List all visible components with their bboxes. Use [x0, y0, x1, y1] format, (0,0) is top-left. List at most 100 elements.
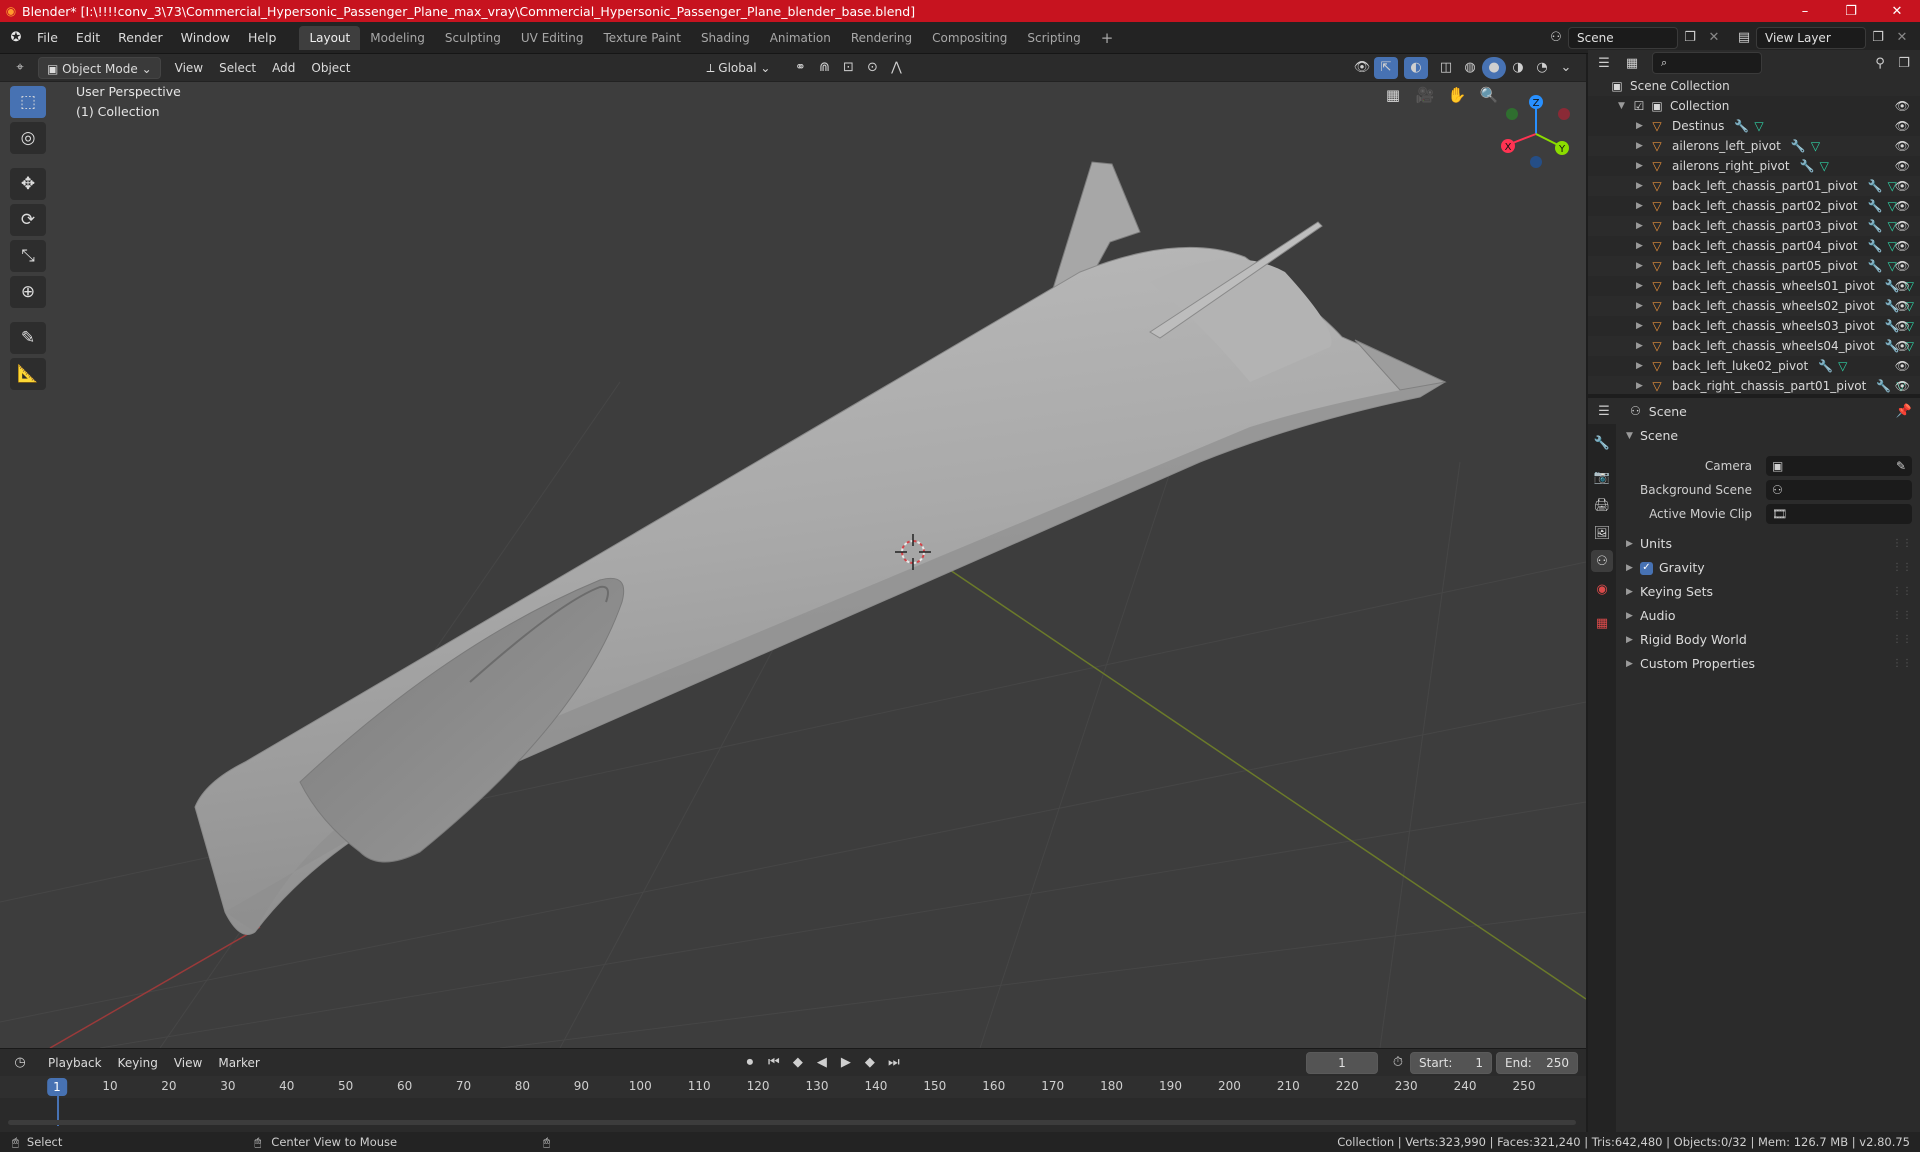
modifier-icon[interactable]: 🔧	[1800, 156, 1815, 176]
proportional-edit-icon[interactable]: ⊙	[860, 57, 884, 79]
expand-triangle-icon[interactable]: ▶	[1636, 136, 1643, 156]
menu-window[interactable]: Window	[172, 26, 239, 50]
viewport-menu-object[interactable]: Object	[303, 57, 358, 79]
maximize-button[interactable]: ❐	[1828, 0, 1874, 22]
view-layer-tab-icon[interactable]: 🖼	[1591, 522, 1613, 544]
outliner-object-row[interactable]: ▶ ▽ back_left_chassis_wheels03_pivot 🔧 ▽ 👁	[1588, 316, 1920, 336]
tab-scripting[interactable]: Scripting	[1017, 26, 1090, 50]
transform-tool-icon[interactable]: ⊕	[10, 276, 46, 308]
xray-icon[interactable]: ◫	[1434, 57, 1458, 79]
drag-handle-icon[interactable]: ⋮⋮	[1892, 556, 1912, 580]
eye-icon[interactable]: 👁	[1895, 236, 1910, 256]
modifier-icon[interactable]: 🔧	[1791, 136, 1806, 156]
pin-icon[interactable]: 📌	[1892, 400, 1916, 422]
expand-triangle-icon[interactable]: ▶	[1636, 296, 1643, 316]
tab-layout[interactable]: Layout	[299, 25, 361, 50]
mesh-data-icon[interactable]: ▽	[1754, 116, 1763, 136]
editor-type-icon[interactable]: ⌖	[8, 57, 32, 79]
new-view-layer-icon[interactable]: ❐	[1866, 27, 1890, 49]
camera-view-icon[interactable]: 🎥	[1412, 82, 1438, 108]
gizmo-neg-z[interactable]	[1530, 156, 1542, 168]
outliner-object-row[interactable]: ▶ ▽ back_right_chassis_part01_pivot 🔧 ▽ 👁	[1588, 376, 1920, 394]
snap-target-icon[interactable]: ⊡	[836, 57, 860, 79]
prev-keyframe-icon[interactable]: ◆	[786, 1052, 810, 1074]
modifier-icon[interactable]: 🔧	[1818, 356, 1833, 376]
units-panel[interactable]: ▶ Units ⋮⋮	[1616, 532, 1920, 556]
navigation-gizmo[interactable]: Z X Y	[1496, 90, 1578, 172]
next-keyframe-icon[interactable]: ◆	[858, 1052, 882, 1074]
falloff-icon[interactable]: ⋀	[884, 57, 908, 79]
modifier-icon[interactable]: 🔧	[1868, 236, 1883, 256]
annotate-tool-icon[interactable]: ✎	[10, 322, 46, 354]
outliner-object-row[interactable]: ▶ ▽ ailerons_right_pivot 🔧 ▽ 👁	[1588, 156, 1920, 176]
outliner-editor-icon[interactable]: ☰	[1592, 52, 1616, 74]
viewport-menu-view[interactable]: View	[167, 57, 211, 79]
expand-triangle-icon[interactable]: ▶	[1636, 236, 1643, 256]
material-shading-icon[interactable]: ◑	[1506, 57, 1530, 79]
outliner-object-row[interactable]: ▶ ▽ ailerons_left_pivot 🔧 ▽ 👁	[1588, 136, 1920, 156]
tab-animation[interactable]: Animation	[760, 26, 841, 50]
display-mode-icon[interactable]: ▦	[1620, 52, 1644, 74]
drag-handle-icon[interactable]: ⋮⋮	[1892, 604, 1912, 628]
eye-icon[interactable]: 👁	[1895, 136, 1910, 156]
expand-triangle-icon[interactable]: ▶	[1636, 176, 1643, 196]
outliner[interactable]: ▣ Scene Collection ▼ ☑ ▣ Collection 👁 ▶ ▽…	[1588, 76, 1920, 394]
expand-triangle-icon[interactable]: ▶	[1636, 216, 1643, 236]
expand-triangle-icon[interactable]: ▶	[1636, 196, 1643, 216]
gravity-checkbox[interactable]: ✓	[1640, 561, 1653, 575]
toggle-perspective-icon[interactable]: ▦	[1380, 82, 1406, 108]
properties-editor-icon[interactable]: ☰	[1592, 400, 1616, 422]
eye-icon[interactable]: 👁	[1895, 336, 1910, 356]
timeline-menu-playback[interactable]: Playback	[40, 1052, 110, 1074]
tab-shading[interactable]: Shading	[691, 26, 760, 50]
checkbox-icon[interactable]: ☑	[1632, 99, 1646, 113]
mesh-data-icon[interactable]: ▽	[1838, 356, 1847, 376]
eye-icon[interactable]: 👁	[1895, 96, 1910, 116]
gizmo-toggle-icon[interactable]: ⇱	[1374, 56, 1398, 79]
audio-panel[interactable]: ▶ Audio ⋮⋮	[1616, 604, 1920, 628]
modifier-icon[interactable]: 🔧	[1876, 376, 1891, 394]
view-layer-field[interactable]: View Layer	[1756, 26, 1866, 49]
gravity-panel[interactable]: ▶ ✓ Gravity ⋮⋮	[1616, 556, 1920, 580]
eye-icon[interactable]: 👁	[1895, 296, 1910, 316]
current-frame-field[interactable]: 1	[1306, 1051, 1378, 1074]
select-box-tool-icon[interactable]: ⬚	[10, 86, 46, 118]
eye-icon[interactable]: 👁	[1895, 176, 1910, 196]
camera-field[interactable]: ▣ ✎	[1766, 456, 1912, 476]
texture-tab-icon[interactable]: ▦	[1591, 612, 1613, 634]
tool-tab-icon[interactable]: 🔧	[1591, 432, 1613, 454]
tab-modeling[interactable]: Modeling	[360, 26, 435, 50]
outliner-object-row[interactable]: ▶ ▽ back_left_chassis_part02_pivot 🔧 ▽ 👁	[1588, 196, 1920, 216]
timeline-editor-icon[interactable]: ◷	[8, 1052, 32, 1074]
close-button[interactable]: ✕	[1874, 0, 1920, 22]
expand-triangle-icon[interactable]: ▶	[1636, 156, 1643, 176]
modifier-icon[interactable]: 🔧	[1868, 196, 1883, 216]
tab-texture-paint[interactable]: Texture Paint	[594, 26, 691, 50]
keying-sets-panel[interactable]: ▶ Keying Sets ⋮⋮	[1616, 580, 1920, 604]
tab-compositing[interactable]: Compositing	[922, 26, 1017, 50]
outliner-scene-collection[interactable]: ▣ Scene Collection	[1588, 76, 1920, 96]
expand-triangle-icon[interactable]: ▶	[1636, 356, 1643, 376]
pivot-point-icon[interactable]: ⚭	[788, 57, 812, 79]
expand-triangle-icon[interactable]: ▶	[1636, 316, 1643, 336]
collapse-triangle-icon[interactable]: ▼	[1618, 96, 1625, 116]
scene-field[interactable]: Scene	[1568, 26, 1678, 49]
viewport-menu-add[interactable]: Add	[264, 57, 303, 79]
scale-tool-icon[interactable]: ⤡	[10, 240, 46, 272]
expand-triangle-icon[interactable]: ▶	[1636, 336, 1643, 356]
jump-end-icon[interactable]: ⏭	[882, 1052, 906, 1074]
mesh-data-icon[interactable]: ▽	[1820, 156, 1829, 176]
world-tab-icon[interactable]: ◉	[1591, 578, 1613, 600]
menu-edit[interactable]: Edit	[67, 26, 109, 50]
expand-triangle-icon[interactable]: ▶	[1636, 256, 1643, 276]
timeline-menu-marker[interactable]: Marker	[210, 1052, 267, 1074]
wireframe-shading-icon[interactable]: ◍	[1458, 57, 1482, 79]
minimize-button[interactable]: –	[1782, 0, 1828, 22]
gizmo-neg-x[interactable]	[1558, 108, 1570, 120]
modifier-icon[interactable]: 🔧	[1868, 216, 1883, 236]
view-layer-icon[interactable]: ▤	[1732, 27, 1756, 49]
new-scene-icon[interactable]: ❐	[1678, 27, 1702, 49]
active-movie-clip-field[interactable]: 🎞	[1766, 504, 1912, 524]
overlay-toggle-icon[interactable]: ◐	[1404, 56, 1428, 79]
eye-icon[interactable]: 👁	[1895, 196, 1910, 216]
